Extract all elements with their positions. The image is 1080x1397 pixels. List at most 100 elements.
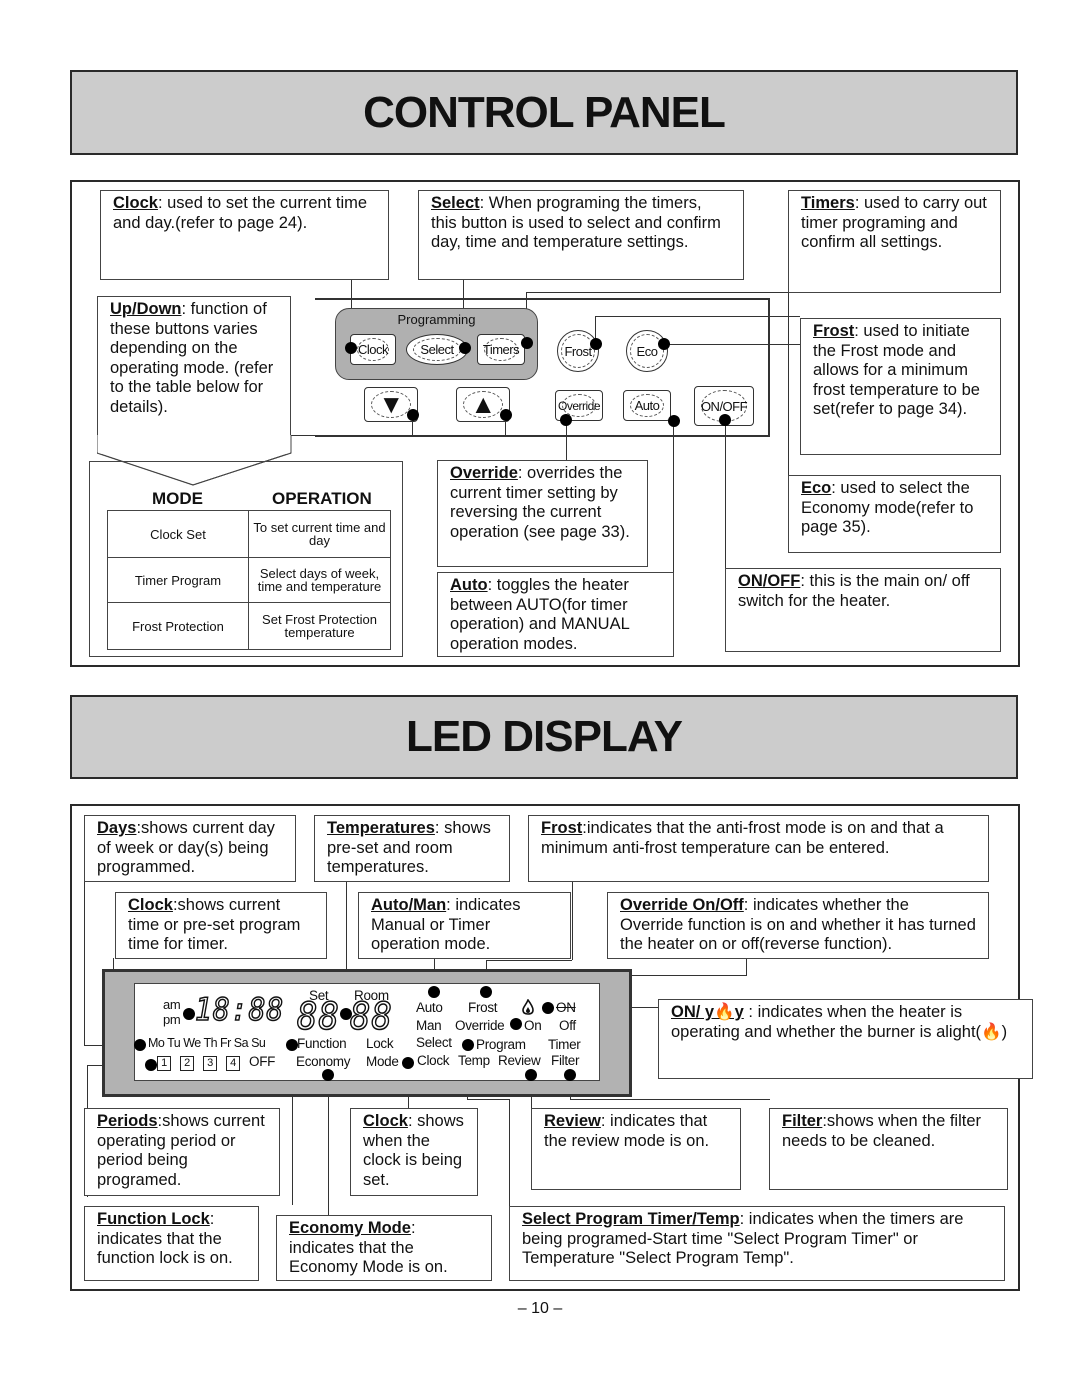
function-label: Function bbox=[297, 1036, 347, 1051]
economy-label: Economy bbox=[296, 1054, 351, 1069]
callout-select-program: Select Program Timer/Temp: indicates whe… bbox=[509, 1206, 1005, 1281]
pointer-dot bbox=[134, 1039, 146, 1051]
select-label: Select bbox=[416, 1035, 452, 1050]
table-row: Timer Program Select days of week, time … bbox=[107, 557, 391, 603]
connector bbox=[467, 1099, 509, 1100]
pointer-dot bbox=[480, 986, 492, 998]
callout-economy-mode: Economy Mode: indicates that the Economy… bbox=[276, 1215, 492, 1281]
pointer-dot bbox=[402, 1057, 414, 1069]
callout-frost-led: Frost:indicates that the anti-frost mode… bbox=[528, 815, 989, 882]
led-display-banner: LED DISPLAY bbox=[70, 695, 1018, 779]
callout-updown: Up/Down: function of these buttons varie… bbox=[97, 296, 291, 436]
control-panel-banner: CONTROL PANEL bbox=[70, 70, 1018, 155]
operation-header: OPERATION bbox=[272, 489, 372, 508]
pointer-dot bbox=[500, 409, 512, 421]
pointer-dot bbox=[510, 1018, 522, 1030]
period-2: 2 bbox=[180, 1056, 194, 1071]
pointer-dot bbox=[183, 1008, 195, 1020]
pm-indicator: pm bbox=[163, 1012, 181, 1027]
mode-label: Mode bbox=[366, 1054, 399, 1069]
callout-days: Days:shows current day of week or day(s)… bbox=[84, 815, 296, 882]
pointer-dot bbox=[658, 338, 670, 350]
mode-cell: Frost Protection bbox=[107, 602, 249, 650]
period-4: 4 bbox=[226, 1056, 240, 1071]
connector bbox=[725, 420, 726, 568]
callout-clock-set: Clock: shows when the clock is being set… bbox=[350, 1108, 478, 1196]
operation-cell: Select days of week, time and temperatur… bbox=[248, 557, 391, 603]
frost-button[interactable]: Frost bbox=[557, 330, 599, 372]
pointer-dot bbox=[345, 342, 357, 354]
pointer-dot bbox=[542, 1002, 554, 1014]
pointer-dot bbox=[322, 1069, 334, 1081]
callout-clock: Clock: used to set the current time and … bbox=[100, 190, 389, 280]
pointer-dot bbox=[340, 1008, 352, 1020]
on-upper-label: ON bbox=[556, 1000, 576, 1015]
man-label: Man bbox=[416, 1018, 442, 1033]
auto-label: Auto bbox=[416, 1000, 443, 1015]
clock-digits: 18:88 bbox=[194, 991, 285, 1029]
callout-review: Review: indicates that the review mode i… bbox=[531, 1108, 741, 1190]
clock-label: Clock bbox=[417, 1053, 450, 1068]
days-row: Mo Tu We Th Fr Sa Su bbox=[148, 1036, 266, 1050]
frost-label: Frost bbox=[468, 1000, 498, 1015]
callout-onoff: ON/OFF: this is the main on/ off switch … bbox=[725, 568, 1001, 652]
connector bbox=[664, 344, 800, 345]
panel-bottom-edge bbox=[315, 435, 770, 437]
temp-label: Temp bbox=[458, 1053, 490, 1068]
callout-auto: Auto: toggles the heater between AUTO(fo… bbox=[437, 572, 674, 657]
connector bbox=[509, 1099, 510, 1207]
room-temp-digits: 88 bbox=[349, 994, 393, 1040]
pointer-dot bbox=[560, 414, 572, 426]
callout-eco: Eco: used to select the Economy mode(ref… bbox=[788, 475, 1001, 553]
auto-button[interactable]: Auto bbox=[623, 390, 671, 421]
review-label: Review bbox=[498, 1053, 541, 1068]
clock-button[interactable]: Clock bbox=[350, 334, 396, 365]
flame-icon bbox=[522, 999, 534, 1015]
on-label: On bbox=[524, 1018, 542, 1033]
pointer-dot bbox=[564, 1069, 576, 1081]
mode-header: MODE bbox=[152, 489, 203, 508]
connector bbox=[788, 293, 789, 475]
updown-pointer-overlay bbox=[97, 435, 292, 486]
timers-button[interactable]: Timers bbox=[477, 334, 525, 365]
operation-cell: Set Frost Protection temperature bbox=[248, 602, 391, 650]
program-label: Program bbox=[476, 1037, 526, 1052]
pointer-dot bbox=[668, 415, 680, 427]
operation-cell: To set current time and day bbox=[248, 510, 391, 558]
mode-table: Clock Set To set current time and day Ti… bbox=[107, 510, 391, 650]
mode-cell: Clock Set bbox=[107, 510, 249, 558]
callout-clock-led: Clock:shows current time or pre-set prog… bbox=[115, 892, 327, 959]
connector bbox=[84, 880, 85, 1046]
pointer-dot bbox=[407, 409, 419, 421]
period-1: 1 bbox=[157, 1056, 171, 1071]
led-display-title: LED DISPLAY bbox=[406, 712, 683, 761]
pointer-dot bbox=[719, 414, 731, 426]
connector bbox=[746, 958, 747, 976]
connector bbox=[595, 316, 800, 317]
callout-automan: Auto/Man: indicates Manual or Timer oper… bbox=[358, 892, 571, 959]
programming-label: Programming bbox=[397, 312, 476, 327]
filter-label: Filter bbox=[551, 1053, 580, 1068]
page-number: – 10 – bbox=[517, 1300, 563, 1317]
panel-right-edge bbox=[768, 298, 770, 436]
callout-timers: Timers: used to carry out timer programi… bbox=[788, 190, 1001, 293]
pointer-dot bbox=[145, 1059, 157, 1071]
connector bbox=[486, 960, 572, 961]
off-label: Off bbox=[559, 1018, 576, 1033]
callout-override: Override: overrides the current timer se… bbox=[437, 460, 648, 567]
timer-label: Timer bbox=[548, 1037, 581, 1052]
connector bbox=[570, 1099, 770, 1100]
pointer-dot bbox=[459, 342, 471, 354]
table-row: Frost Protection Set Frost Protection te… bbox=[107, 602, 391, 650]
connector bbox=[526, 292, 788, 293]
control-panel-title: CONTROL PANEL bbox=[363, 87, 726, 137]
connector bbox=[673, 420, 674, 572]
period-off: OFF bbox=[249, 1054, 276, 1069]
eco-button[interactable]: Eco bbox=[626, 330, 668, 372]
table-row: Clock Set To set current time and day bbox=[107, 510, 391, 558]
down-arrow-icon: ▼ bbox=[378, 389, 404, 419]
connector bbox=[566, 420, 567, 460]
callout-filter: Filter:shows when the filter needs to be… bbox=[769, 1108, 1008, 1190]
am-indicator: am bbox=[163, 997, 181, 1012]
callout-override-led: Override On/Off: indicates whether the O… bbox=[607, 892, 989, 959]
